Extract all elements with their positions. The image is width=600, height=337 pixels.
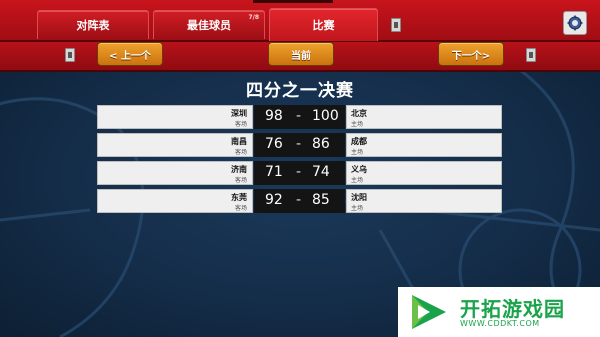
away-score: 74 xyxy=(312,164,330,180)
home-team-name: 南昌 xyxy=(231,137,247,146)
watermark-text: 开拓游戏园 xyxy=(460,297,565,321)
watermark-logo-icon xyxy=(412,295,446,329)
match-row[interactable]: 深圳 客场 98 - 100 北京 主场 xyxy=(97,105,502,129)
top-notch xyxy=(253,0,333,3)
away-team-box: 沈阳 主场 xyxy=(346,189,502,213)
score-box: 76 - 86 xyxy=(254,133,345,157)
away-team-tag: 主场 xyxy=(351,205,364,212)
home-team-box: 济南 客场 xyxy=(97,161,253,185)
away-team-box: 义乌 主场 xyxy=(346,161,502,185)
score-box: 98 - 100 xyxy=(254,105,345,129)
home-team-tag: 客场 xyxy=(234,121,247,128)
watermark-url: WWW.CDDKT.COM xyxy=(460,319,540,328)
score-box: 92 - 85 xyxy=(254,189,345,213)
tab-best-players[interactable]: 最佳球员 7/8 xyxy=(153,10,265,39)
away-score: 100 xyxy=(312,108,339,124)
score-box: 71 - 74 xyxy=(254,161,345,185)
tab-matches[interactable]: 比赛 xyxy=(269,8,378,41)
home-team-tag: 客场 xyxy=(234,149,247,156)
watermark: 开拓游戏园 WWW.CDDKT.COM xyxy=(398,287,600,337)
match-row[interactable]: 济南 客场 71 - 74 义乌 主场 xyxy=(97,161,502,185)
tab-bracket-label: 对阵表 xyxy=(76,19,110,32)
previous-button[interactable]: < 上一个 xyxy=(97,42,163,66)
away-team-tag: 主场 xyxy=(351,121,364,128)
away-score: 86 xyxy=(312,136,330,152)
round-title: 四分之一决赛 xyxy=(246,81,354,101)
away-team-name: 北京 xyxy=(351,109,367,118)
away-team-box: 北京 主场 xyxy=(346,105,502,129)
controller-button-icon[interactable] xyxy=(391,18,401,32)
tab-matches-label: 比赛 xyxy=(312,19,335,32)
away-team-name: 义乌 xyxy=(351,165,367,174)
home-team-box: 东莞 客场 xyxy=(97,189,253,213)
home-score: 76 xyxy=(265,136,283,152)
home-score: 92 xyxy=(265,192,283,208)
tab-bracket[interactable]: 对阵表 xyxy=(37,10,149,39)
match-navigation-bar: < 上一个 当前 下一个> xyxy=(0,42,600,72)
away-team-box: 成都 主场 xyxy=(346,133,502,157)
away-team-tag: 主场 xyxy=(351,177,364,184)
score-dash: - xyxy=(296,136,302,152)
away-team-name: 成都 xyxy=(351,137,367,146)
tab-best-players-badge: 7/8 xyxy=(248,14,259,21)
tab-best-players-label: 最佳球员 xyxy=(187,19,231,32)
home-team-box: 深圳 客场 xyxy=(97,105,253,129)
score-dash: - xyxy=(296,192,302,208)
match-row[interactable]: 南昌 客场 76 - 86 成都 主场 xyxy=(97,133,502,157)
home-team-box: 南昌 客场 xyxy=(97,133,253,157)
home-score: 71 xyxy=(265,164,283,180)
match-row[interactable]: 东莞 客场 92 - 85 沈阳 主场 xyxy=(97,189,502,213)
home-score: 98 xyxy=(265,108,283,124)
home-team-tag: 客场 xyxy=(234,177,247,184)
previous-button-label: < 上一个 xyxy=(109,50,151,62)
gear-icon xyxy=(567,15,583,31)
next-button[interactable]: 下一个> xyxy=(438,42,504,66)
home-team-name: 深圳 xyxy=(231,109,247,118)
home-team-name: 济南 xyxy=(231,165,247,174)
score-dash: - xyxy=(296,164,302,180)
top-tab-bar: 对阵表 最佳球员 7/8 比赛 xyxy=(0,0,600,42)
score-dash: - xyxy=(296,108,302,124)
away-team-name: 沈阳 xyxy=(351,193,367,202)
next-button-label: 下一个> xyxy=(451,50,491,62)
home-team-name: 东莞 xyxy=(231,193,247,202)
home-team-tag: 客场 xyxy=(234,205,247,212)
current-button[interactable]: 当前 xyxy=(268,42,334,66)
current-button-label: 当前 xyxy=(291,50,311,62)
right-controller-icon[interactable] xyxy=(526,48,536,62)
left-controller-icon[interactable] xyxy=(65,48,75,62)
away-score: 85 xyxy=(312,192,330,208)
settings-button[interactable] xyxy=(563,11,587,35)
away-team-tag: 主场 xyxy=(351,149,364,156)
